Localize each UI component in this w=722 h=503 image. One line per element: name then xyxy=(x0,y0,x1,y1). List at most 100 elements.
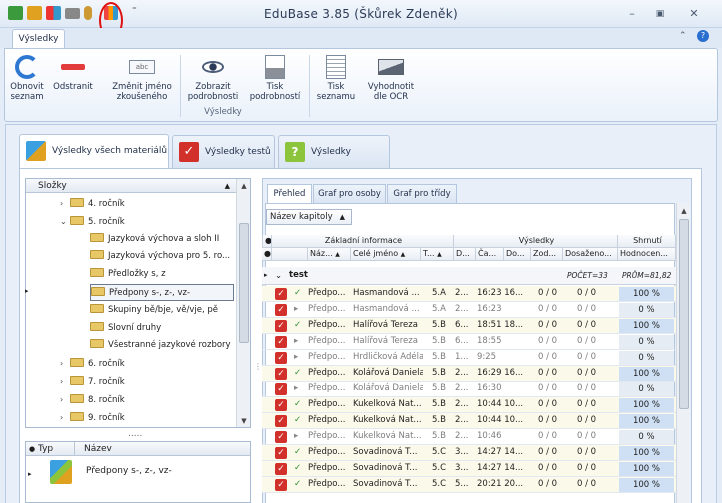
refresh-button[interactable]: Obnovit seznam xyxy=(7,49,47,109)
group-by-chapter-button[interactable]: Název kapitoly ▲ xyxy=(266,209,352,225)
table-row[interactable]: ✓ ✓ Předpo... Kukelková Nat... 5.B 2... 10:44 … xyxy=(262,413,676,430)
group-average: PRŮM=81,82 xyxy=(622,271,672,280)
col-header-trida[interactable]: T... ▲ xyxy=(421,248,454,261)
list-item[interactable]: ▸ Předpony s-, z-, vz- xyxy=(26,456,250,492)
col-typ[interactable]: Typ xyxy=(38,442,53,456)
remove-button[interactable]: Odstranit xyxy=(53,49,93,109)
row-checkbox[interactable]: ✓ xyxy=(275,462,287,475)
minimize-icon[interactable]: – xyxy=(620,7,644,21)
completed-check-icon: ✓ xyxy=(294,319,302,330)
close-icon[interactable]: ✕ xyxy=(682,7,706,21)
completed-check-icon: ✓ xyxy=(294,462,302,473)
remove-icon xyxy=(61,64,85,70)
print-list-button[interactable]: Tisk seznamu xyxy=(313,49,359,109)
row-checkbox[interactable]: ✓ xyxy=(275,399,287,412)
row-checkbox[interactable]: ✓ xyxy=(275,383,287,396)
row-checkbox[interactable]: ✓ xyxy=(275,303,287,316)
table-row[interactable]: ✓ ✓ Předpo... Sovadinová T... 5.C 3... 14:27 1… xyxy=(262,460,676,477)
maximize-icon[interactable]: ▣ xyxy=(648,7,672,21)
expand-icon[interactable]: › xyxy=(60,373,70,390)
table-row[interactable]: ✓ ▸ Předpo... Hrdličková Adéla 5.B 1... 9:25 0 … xyxy=(262,350,676,366)
tab-all-materials[interactable]: Výsledky všech materiálů xyxy=(19,134,169,169)
expand-row-icon[interactable]: ▸ xyxy=(294,334,298,349)
row-checkbox[interactable]: ✓ xyxy=(275,415,287,428)
tree-node[interactable]: › 7. ročník xyxy=(60,373,125,390)
col-header-checkbox[interactable] xyxy=(272,248,308,261)
expand-row-icon[interactable]: ▸ xyxy=(294,429,298,444)
tree-node[interactable]: › 4. ročník xyxy=(60,195,125,212)
tree-node[interactable]: Slovní druhy xyxy=(90,320,161,337)
scroll-up-icon[interactable]: ▲ xyxy=(237,180,251,192)
tree-node[interactable]: Předpony s-, z-, vz- xyxy=(90,284,234,301)
tree-node[interactable]: › 6. ročník xyxy=(60,355,125,372)
row-checkbox[interactable]: ✓ xyxy=(275,335,287,348)
table-row[interactable]: ✓ ▸ Předpo... Hasmandová ... 5.A 2... 16:23 0 /… xyxy=(262,302,676,318)
expand-row-icon[interactable]: ▸ xyxy=(294,350,298,365)
subtab-graph-classes[interactable]: Graf pro třídy xyxy=(387,184,457,203)
col-header-datum[interactable]: D... xyxy=(454,248,476,261)
ocr-evaluate-button[interactable]: Vyhodnotit dle OCR xyxy=(365,49,417,109)
tree-node[interactable]: Všestranné jazykové rozbory xyxy=(90,337,231,354)
rename-button[interactable]: abc Změnit jméno zkoušeného xyxy=(108,49,176,109)
grid-scrollbar[interactable]: ▲ xyxy=(676,203,690,503)
row-checkbox[interactable]: ✓ xyxy=(275,478,287,491)
table-row[interactable]: ✓ ▸ Předpo... Halířová Tereza 5.B 6... 18:55 0 … xyxy=(262,334,676,350)
expand-row-icon[interactable]: ▸ xyxy=(294,381,298,396)
tab-tests[interactable]: ✓ Výsledky testů xyxy=(172,135,275,168)
print-details-button[interactable]: Tisk podrobností xyxy=(247,49,303,109)
col-header-zodpovezeno[interactable]: Zod... xyxy=(531,248,563,261)
col-header-cas[interactable]: Ča... xyxy=(476,248,504,261)
tree-node[interactable]: ⌄ 5. ročník xyxy=(60,213,125,230)
tree-scrollbar[interactable]: ▲ ▼ xyxy=(236,179,250,427)
tree-header[interactable]: Složky ▲ xyxy=(26,179,236,193)
tree-node[interactable]: Skupiny bě/bje, vě/vje, pě xyxy=(90,302,218,319)
expand-row-icon[interactable]: ▸ xyxy=(294,302,298,317)
col-header-dosazeno[interactable]: Dosaženo... xyxy=(563,248,618,261)
scroll-up-icon[interactable]: ▲ xyxy=(677,205,691,217)
tab-papers[interactable]: ? Výsledky písemek xyxy=(278,135,390,190)
table-row[interactable]: ✓ ▸ Předpo... Kolářová Daniela 5.B 2... 16:30 0… xyxy=(262,381,676,398)
tree-node[interactable]: Jazyková výchova a sloh II xyxy=(90,231,219,248)
table-row[interactable]: ✓ ✓ Předpo... Kukelková Nat... 5.B 2... 10:44 … xyxy=(262,397,676,414)
tree-node[interactable]: › 9. ročník xyxy=(60,409,125,426)
col-header-nazev[interactable]: Náz... ▲ xyxy=(308,248,351,261)
collapse-chevron-icon[interactable]: ⌄ xyxy=(275,267,282,282)
col-nazev[interactable]: Název xyxy=(84,442,112,456)
expand-icon[interactable]: › xyxy=(60,355,70,372)
expand-icon[interactable]: › xyxy=(60,195,70,212)
tree-node[interactable]: › 8. ročník xyxy=(60,391,125,408)
table-row[interactable]: ✓ ✓ Předpo... Hasmandová ... 5.A 2... 16:23 16… xyxy=(262,286,676,302)
table-row[interactable]: ✓ ✓ Předpo... Sovadinová T... 5.C 3... 14:27 1… xyxy=(262,445,676,461)
row-checkbox[interactable]: ✓ xyxy=(275,367,287,380)
scroll-down-icon[interactable]: ▼ xyxy=(237,415,251,427)
row-checkbox[interactable]: ✓ xyxy=(275,319,287,332)
col-header-hodnoceni[interactable]: Hodnocen... xyxy=(618,248,676,261)
row-checkbox[interactable]: ✓ xyxy=(275,288,287,300)
tree-node[interactable]: Předložky s, z xyxy=(90,266,166,283)
show-details-button[interactable]: Zobrazit podrobnosti xyxy=(183,49,243,109)
scroll-thumb[interactable] xyxy=(679,219,689,409)
ribbon-collapse-icon[interactable]: ⌃ xyxy=(679,31,687,41)
table-row[interactable]: ✓ ✓ Předpo... Kolářová Daniela 5.B 2... 16:29 … xyxy=(262,365,676,382)
table-row[interactable]: ✓ ✓ Předpo... Halířová Tereza 5.B 6... 18:51 1… xyxy=(262,317,676,334)
table-row[interactable]: ✓ ✓ Předpo... Sovadinová T... 5.C 5... 20:21 2… xyxy=(262,476,676,493)
row-checkbox[interactable]: ✓ xyxy=(275,447,287,459)
scroll-thumb[interactable] xyxy=(239,223,249,343)
subtab-overview[interactable]: Přehled xyxy=(267,184,312,203)
splitter-dots[interactable]: ..... xyxy=(128,429,142,439)
col-header-do[interactable]: Do... xyxy=(504,248,531,261)
subtab-graph-persons[interactable]: Graf pro osoby xyxy=(313,184,386,203)
tree-node[interactable]: Jazyková výchova pro 5. ro... xyxy=(90,248,230,265)
splitter-grip[interactable]: ⋮ xyxy=(254,362,262,371)
group-row[interactable]: ▸ ⌄ test POČET=33 PRŮM=81,82 xyxy=(262,267,676,285)
expand-icon[interactable]: › xyxy=(60,409,70,426)
table-row[interactable]: ✓ ▸ Předpo... Kukelková Nat... 5.B 2... 10:46 0… xyxy=(262,429,676,446)
ribbon-tab-vysledky[interactable]: Výsledky xyxy=(12,29,65,49)
expand-icon[interactable]: › xyxy=(60,391,70,408)
col-header-jmeno[interactable]: Celé jméno ▲ xyxy=(351,248,421,261)
expand-open-icon[interactable]: ⌄ xyxy=(60,213,70,230)
help-icon[interactable]: ? xyxy=(697,30,709,42)
row-checkbox[interactable]: ✓ xyxy=(275,431,287,444)
cell-datum: 2... xyxy=(455,303,469,314)
row-checkbox[interactable]: ✓ xyxy=(275,351,287,364)
